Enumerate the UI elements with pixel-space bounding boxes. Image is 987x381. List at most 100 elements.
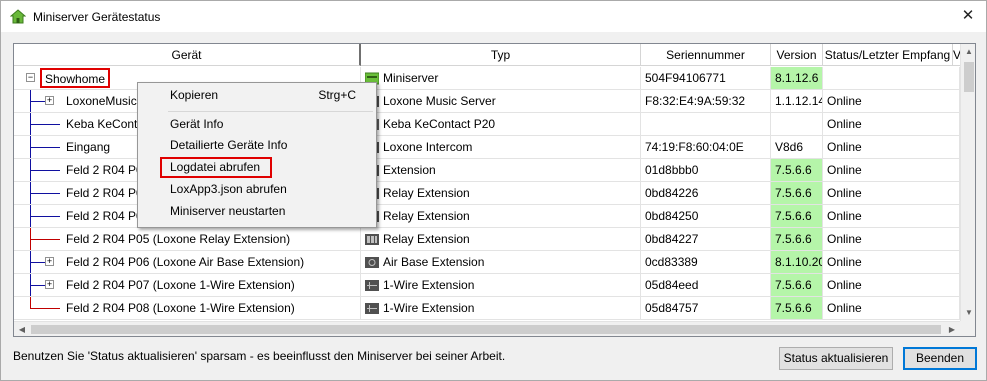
menu-item-fetch-loxapp3[interactable]: LoxApp3.json abrufen bbox=[138, 179, 376, 200]
serial-cell[interactable]: 74:19:F8:60:04:0E bbox=[641, 136, 771, 159]
scroll-down-arrow-icon[interactable]: ▼ bbox=[961, 305, 975, 321]
close-button[interactable]: Beenden bbox=[903, 347, 977, 370]
menu-item-detailed-device-info[interactable]: Detailierte Geräte Info bbox=[138, 135, 376, 156]
horizontal-scroll-thumb[interactable] bbox=[31, 325, 941, 334]
device-cell[interactable]: + Feld 2 R04 P07 (Loxone 1-Wire Extension… bbox=[14, 274, 361, 297]
version-cell[interactable]: 8.1.12.6 bbox=[771, 67, 823, 90]
type-name: Loxone Music Server bbox=[383, 94, 496, 108]
serial-cell[interactable]: 05d84eed bbox=[641, 274, 771, 297]
version-cell[interactable]: 7.5.6.6 bbox=[771, 228, 823, 251]
serial-cell[interactable]: 05d84757 bbox=[641, 297, 771, 320]
type-cell[interactable]: Relay Extension bbox=[361, 205, 641, 228]
expand-icon[interactable]: + bbox=[45, 96, 54, 105]
table-row[interactable]: Feld 2 R04 P05 (Loxone Relay Extension) R… bbox=[14, 228, 960, 251]
version-cell[interactable]: 8.1.10.20 bbox=[771, 251, 823, 274]
type-cell[interactable]: 1-Wire Extension bbox=[361, 274, 641, 297]
status-cell[interactable]: Online bbox=[823, 182, 960, 205]
type-cell[interactable]: Loxone Intercom bbox=[361, 136, 641, 159]
status-cell[interactable]: Online bbox=[823, 90, 960, 113]
version-cell[interactable]: V8d6 bbox=[771, 136, 823, 159]
type-cell[interactable]: 1-Wire Extension bbox=[361, 297, 641, 320]
status-cell[interactable] bbox=[823, 67, 960, 90]
menu-item-restart-miniserver[interactable]: Miniserver neustarten bbox=[138, 201, 376, 222]
device-name: Feld 2 R04 P08 (Loxone 1-Wire Extension) bbox=[66, 301, 295, 315]
status-cell[interactable]: Online bbox=[823, 113, 960, 136]
column-header-serial[interactable]: Seriennummer bbox=[641, 44, 771, 66]
tree-line bbox=[30, 308, 60, 309]
tree-line bbox=[30, 193, 60, 194]
version-cell[interactable]: 7.5.6.6 bbox=[771, 297, 823, 320]
status-cell[interactable]: Online bbox=[823, 228, 960, 251]
highlight-box bbox=[160, 157, 272, 178]
device-cell[interactable]: Feld 2 R04 P08 (Loxone 1-Wire Extension) bbox=[14, 297, 361, 320]
type-name: Extension bbox=[383, 163, 436, 177]
version-cell[interactable] bbox=[771, 113, 823, 136]
type-cell[interactable]: Extension bbox=[361, 159, 641, 182]
type-cell[interactable]: Air Base Extension bbox=[361, 251, 641, 274]
close-window-button[interactable]: ✕ bbox=[956, 4, 980, 28]
column-header-status[interactable]: Status/Letzter Empfang bbox=[823, 44, 953, 66]
loxone-house-icon bbox=[10, 9, 26, 24]
device-name: Feld 2 R04 P05 (Loxone Relay Extension) bbox=[66, 232, 291, 246]
version-cell[interactable]: 7.5.6.6 bbox=[771, 205, 823, 228]
tree-line bbox=[30, 147, 60, 148]
type-cell[interactable]: Loxone Music Server bbox=[361, 90, 641, 113]
type-cell[interactable]: Relay Extension bbox=[361, 228, 641, 251]
horizontal-scrollbar[interactable]: ◀ ▶ bbox=[14, 321, 960, 336]
status-cell[interactable]: Online bbox=[823, 136, 960, 159]
scroll-left-arrow-icon[interactable]: ◀ bbox=[14, 322, 30, 336]
device-cell[interactable]: + Feld 2 R04 P06 (Loxone Air Base Extensi… bbox=[14, 251, 361, 274]
version-cell[interactable]: 7.5.6.6 bbox=[771, 182, 823, 205]
menu-separator bbox=[168, 111, 373, 112]
column-header-version[interactable]: Version bbox=[771, 44, 823, 66]
serial-cell[interactable]: 0bd84226 bbox=[641, 182, 771, 205]
serial-cell[interactable]: F8:32:E4:9A:59:32 bbox=[641, 90, 771, 113]
serial-cell[interactable] bbox=[641, 113, 771, 136]
device-name: Feld 2 R04 P06 (Loxone Air Base Extensio… bbox=[66, 255, 305, 269]
type-name: 1-Wire Extension bbox=[383, 278, 475, 292]
vertical-scroll-thumb[interactable] bbox=[964, 62, 974, 92]
status-cell[interactable]: Online bbox=[823, 251, 960, 274]
status-cell[interactable]: Online bbox=[823, 274, 960, 297]
onewire-extension-icon bbox=[365, 303, 379, 314]
menu-item-device-info[interactable]: Gerät Info bbox=[138, 114, 376, 135]
status-cell[interactable]: Online bbox=[823, 159, 960, 182]
serial-cell[interactable]: 0bd84227 bbox=[641, 228, 771, 251]
window-title: Miniserver Gerätestatus bbox=[33, 10, 161, 24]
menu-item-copy[interactable]: Kopieren Strg+C bbox=[138, 85, 376, 106]
menu-item-label: Kopieren bbox=[170, 88, 219, 102]
serial-cell[interactable]: 0bd84250 bbox=[641, 205, 771, 228]
status-cell[interactable]: Online bbox=[823, 297, 960, 320]
menu-item-fetch-logfile[interactable]: Logdatei abrufen bbox=[138, 157, 376, 178]
column-header-type[interactable]: Typ bbox=[361, 44, 641, 66]
scroll-right-arrow-icon[interactable]: ▶ bbox=[944, 322, 960, 336]
type-cell[interactable]: Keba KeContact P20 bbox=[361, 113, 641, 136]
type-cell[interactable]: Relay Extension bbox=[361, 182, 641, 205]
table-row[interactable]: + Feld 2 R04 P07 (Loxone 1-Wire Extension… bbox=[14, 274, 960, 297]
type-name: Loxone Intercom bbox=[383, 140, 473, 154]
scroll-corner bbox=[960, 321, 975, 336]
device-name: Feld 2 R04 P0 bbox=[66, 186, 143, 200]
menu-item-shortcut: Strg+C bbox=[318, 88, 356, 102]
table-row[interactable]: + Feld 2 R04 P06 (Loxone Air Base Extensi… bbox=[14, 251, 960, 274]
refresh-status-button[interactable]: Status aktualisieren bbox=[779, 347, 893, 370]
version-cell[interactable]: 7.5.6.6 bbox=[771, 159, 823, 182]
context-menu: Kopieren Strg+C Gerät Info Detailierte G… bbox=[137, 82, 377, 228]
onewire-extension-icon bbox=[365, 280, 379, 291]
vertical-scrollbar[interactable]: ▲ ▼ bbox=[960, 44, 975, 321]
serial-cell[interactable]: 0cd83389 bbox=[641, 251, 771, 274]
table-row[interactable]: Feld 2 R04 P08 (Loxone 1-Wire Extension)… bbox=[14, 297, 960, 320]
expand-icon[interactable]: + bbox=[45, 280, 54, 289]
column-header-device[interactable]: Gerät bbox=[14, 44, 361, 66]
device-cell[interactable]: Feld 2 R04 P05 (Loxone Relay Extension) bbox=[14, 228, 361, 251]
scroll-up-arrow-icon[interactable]: ▲ bbox=[961, 44, 975, 60]
serial-cell[interactable]: 01d8bbb0 bbox=[641, 159, 771, 182]
status-cell[interactable]: Online bbox=[823, 205, 960, 228]
type-cell[interactable]: Miniserver bbox=[361, 67, 641, 90]
device-name: Showhome bbox=[40, 68, 111, 88]
version-cell[interactable]: 1.1.12.14 bbox=[771, 90, 823, 113]
serial-cell[interactable]: 504F94106771 bbox=[641, 67, 771, 90]
expand-icon[interactable]: + bbox=[45, 257, 54, 266]
collapse-icon[interactable]: − bbox=[26, 73, 35, 82]
version-cell[interactable]: 7.5.6.6 bbox=[771, 274, 823, 297]
